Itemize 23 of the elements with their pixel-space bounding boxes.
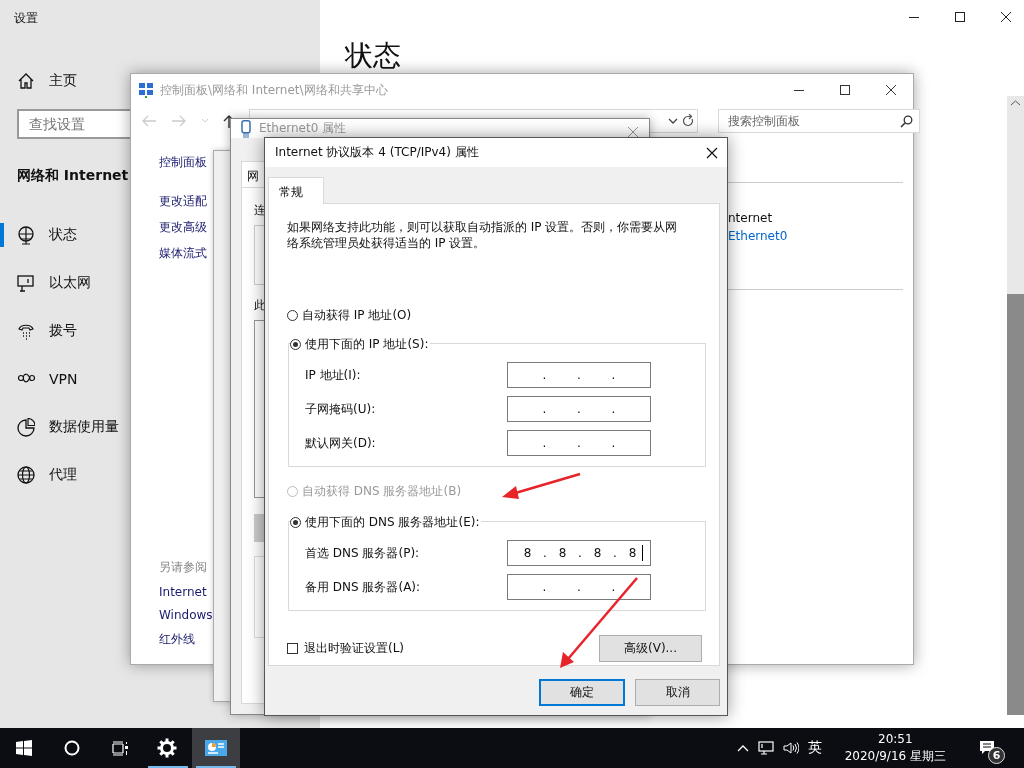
field-label: 默认网关(D): <box>305 434 377 452</box>
field-label: IP 地址(I): <box>305 366 362 384</box>
field-label: 首选 DNS 服务器(P): <box>305 544 421 562</box>
section-title: 网络和 Internet <box>17 167 129 185</box>
label: 连 <box>254 202 266 219</box>
time-text: 20:51 <box>878 731 913 748</box>
network-type: nternet <box>728 211 773 225</box>
window-title: 控制面板\网络和 Internet\网络和共享中心 <box>160 81 388 99</box>
field-label: 子网掩码(U): <box>305 400 377 418</box>
window-title: Ethernet0 属性 <box>259 120 347 137</box>
description: 如果网络支持此功能，则可以获取自动指派的 IP 设置。否则，你需要从网络系统管理员处获得适当的 IP 设置。 <box>287 219 679 251</box>
radio-label: 使用下面的 DNS 服务器地址(E): <box>305 513 480 531</box>
checkbox-label: 退出时验证设置(L) <box>304 640 405 657</box>
radio-label: 使用下面的 IP 地址(S): <box>305 335 429 353</box>
field-label: 备用 DNS 服务器(A): <box>305 578 422 596</box>
radio-label: 自动获得 DNS 服务器地址(B) <box>302 482 462 500</box>
notification-badge: 6 <box>988 747 1005 764</box>
window-title: 设置 <box>13 10 39 27</box>
page-heading: 状态 <box>345 38 401 74</box>
radio-label: 自动获得 IP 地址(O) <box>302 306 412 324</box>
window-title: Internet 协议版本 4 (TCP/IPv4) 属性 <box>275 144 479 161</box>
section-label: 另请参阅 <box>159 559 207 576</box>
date-text: 2020/9/16 星期三 <box>844 748 946 765</box>
